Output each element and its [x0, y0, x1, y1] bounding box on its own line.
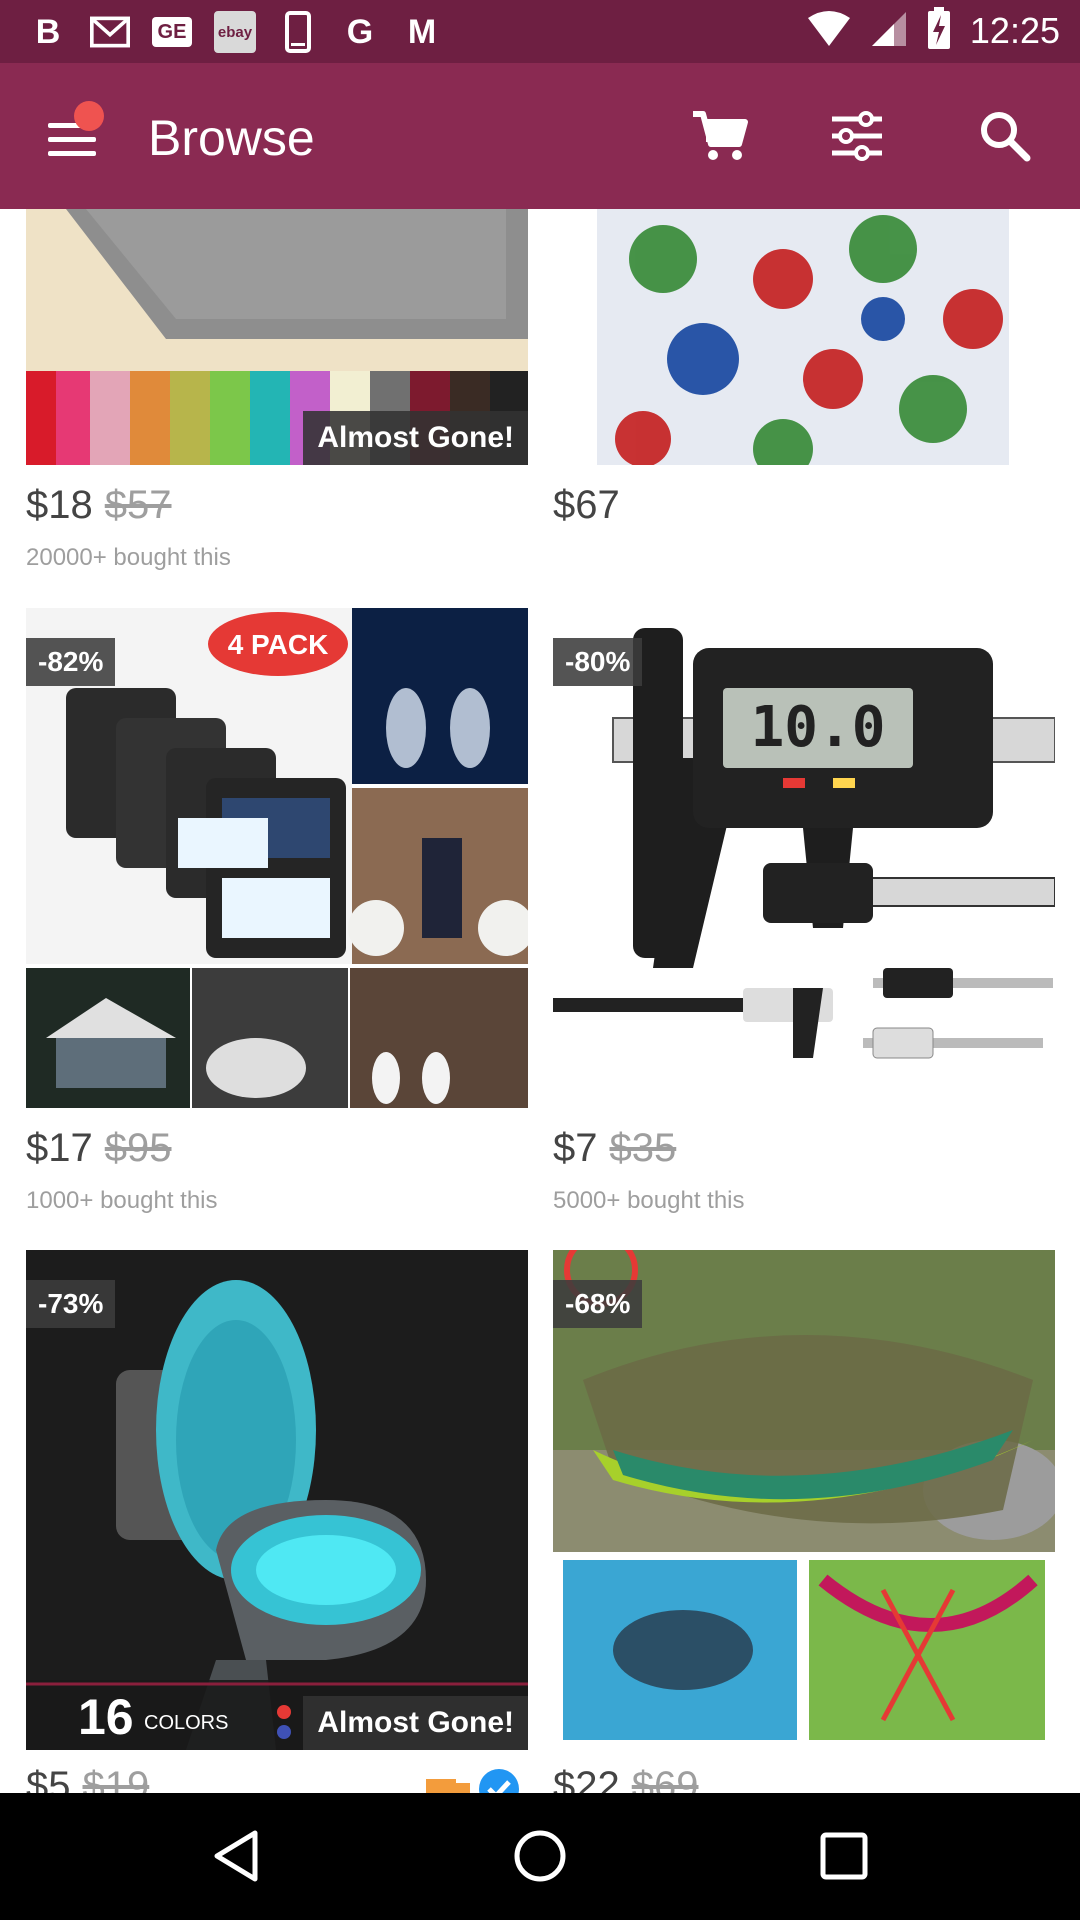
battery-charging-icon	[926, 6, 952, 56]
phone-icon	[278, 11, 318, 53]
colors-label: COLORS	[144, 1712, 229, 1734]
discount-badge: -80%	[553, 638, 643, 686]
signal-icon	[870, 10, 908, 53]
discount-badge: -68%	[553, 1280, 643, 1328]
colors-count: 16	[78, 1689, 134, 1745]
search-icon	[981, 112, 1031, 162]
product-card[interactable]: 16 COLORS Almost Gone! -73% $5 $19	[26, 1250, 528, 1793]
price: $5	[26, 1764, 71, 1793]
price: $22	[553, 1764, 620, 1793]
price: $17	[26, 1126, 93, 1170]
price-row: $5 $19	[26, 1764, 528, 1793]
recents-icon	[820, 1832, 868, 1880]
app-bar: Browse	[0, 63, 1080, 209]
product-card[interactable]: Almost Gone! $18 $57 20000+ bought this	[26, 209, 528, 572]
bought-count: 5000+ bought this	[553, 1187, 745, 1214]
filter-sliders-icon	[832, 111, 882, 161]
almost-gone-tag: Almost Gone!	[303, 411, 528, 465]
ge-icon: GE	[152, 17, 192, 47]
product-image-toilet-light[interactable]: 16 COLORS Almost Gone! -73%	[26, 1250, 528, 1750]
product-card[interactable]: 4 PACK -82% $17 $95 1000+ bought this	[26, 608, 528, 1215]
gmail-icon	[90, 12, 130, 52]
almost-gone-tag: Almost Gone!	[303, 1696, 528, 1750]
status-bar: B GE ebay G M 12:25	[0, 0, 1080, 63]
discount-badge: -82%	[26, 638, 116, 686]
product-image-caliper[interactable]: 10.0 -80%	[553, 608, 1055, 1108]
product-image-fabric[interactable]	[553, 209, 1055, 465]
cart-button[interactable]	[686, 103, 752, 169]
shipping-truck-icon	[422, 1768, 478, 1793]
home-icon	[514, 1830, 566, 1882]
product-card[interactable]: $67	[553, 209, 1055, 528]
product-image-rug[interactable]: Almost Gone!	[26, 209, 528, 465]
price-row: $18 $57	[26, 483, 528, 528]
b-app-icon: B	[35, 12, 61, 51]
filter-button[interactable]	[824, 103, 890, 169]
wifi-icon	[806, 10, 852, 53]
price: $18	[26, 483, 93, 527]
price-row: $7 $35	[553, 1126, 1055, 1171]
product-image-solar-lights[interactable]: 4 PACK -82%	[26, 608, 528, 1108]
price: $67	[553, 483, 620, 527]
cart-icon	[693, 111, 748, 160]
original-price: $57	[104, 483, 172, 527]
bought-count: 1000+ bought this	[26, 1187, 218, 1214]
notification-icons: B GE ebay G M	[28, 8, 442, 56]
navigation-bar	[0, 1793, 1080, 1920]
product-grid[interactable]: Almost Gone! $18$57 20000+ bought this	[0, 209, 1080, 1793]
price-row: $67	[553, 483, 1055, 528]
pack-label: 4 PACK	[227, 629, 329, 660]
home-button[interactable]	[505, 1821, 575, 1891]
back-button[interactable]	[201, 1821, 271, 1891]
verified-badge-icon	[478, 1768, 520, 1793]
notification-dot	[74, 101, 104, 131]
search-button[interactable]	[972, 103, 1038, 169]
recents-button[interactable]	[809, 1821, 879, 1891]
ebay-icon: ebay	[214, 11, 256, 53]
bought-count: 20000+ bought this	[26, 544, 231, 571]
price-row: $22 $69	[553, 1764, 1055, 1793]
original-price: $95	[104, 1126, 172, 1170]
price-row: $17 $95	[26, 1126, 528, 1171]
original-price: $69	[631, 1764, 699, 1793]
product-card[interactable]: -68% $22 $69	[553, 1250, 1055, 1793]
clock: 12:25	[969, 10, 1060, 51]
google-icon: G	[346, 12, 374, 51]
product-image-hammock[interactable]: -68%	[553, 1250, 1055, 1750]
page-title: Browse	[148, 110, 315, 166]
original-price: $19	[82, 1764, 150, 1793]
m-app-icon: M	[407, 12, 437, 51]
caliper-reading: 10.0	[750, 695, 886, 760]
price: $7	[553, 1126, 598, 1170]
discount-badge: -73%	[26, 1280, 116, 1328]
product-card[interactable]: 10.0 -80% $7 $35 5000+ bought this	[553, 608, 1055, 1215]
original-price: $35	[609, 1126, 677, 1170]
back-icon	[214, 1830, 258, 1882]
system-icons: 12:25	[806, 6, 1060, 56]
